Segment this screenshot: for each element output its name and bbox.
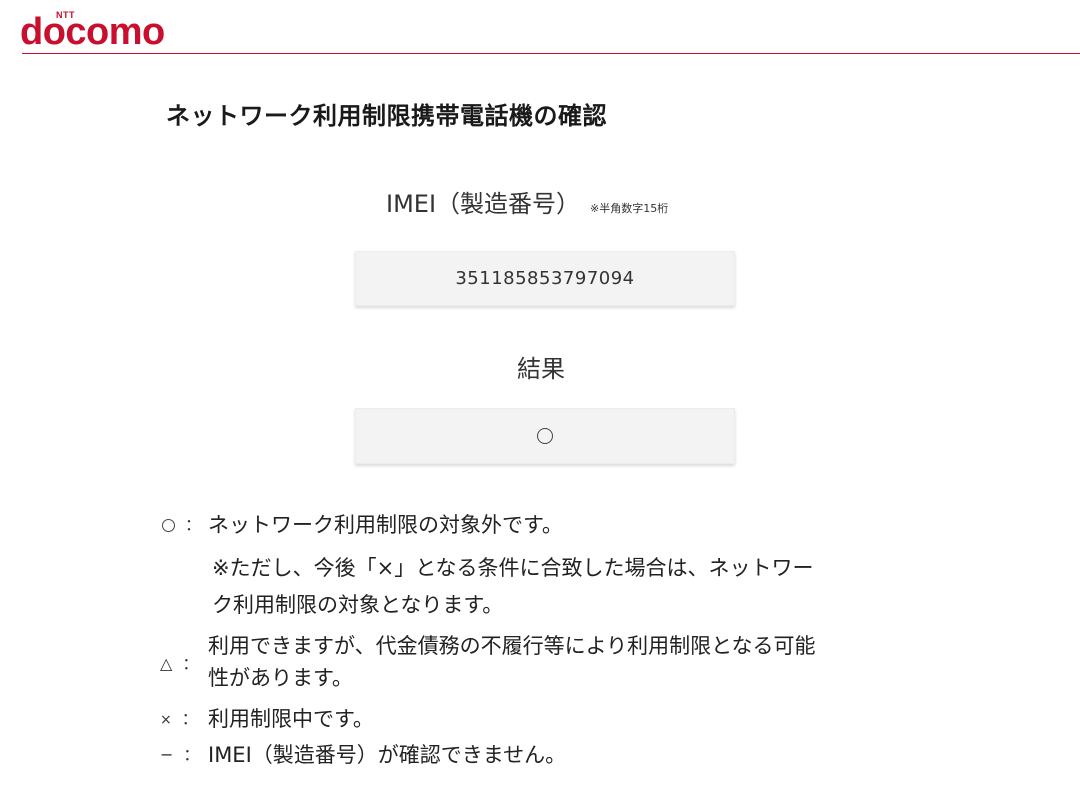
legend-item-circle: ： ネットワーク利用制限の対象外です。 [156, 508, 936, 542]
legend-note-line-1: ※ただし、今後「×」となる条件に合致した場合は、ネットワー [212, 556, 814, 580]
imei-label-row: IMEI（製造番号） ※半角数字15桁 [386, 184, 668, 219]
page: NTT docomo ネットワーク利用制限携帯電話機の確認 IMEI（製造番号）… [0, 0, 1080, 809]
legend-text-circle: ネットワーク利用制限の対象外です。 [208, 513, 563, 537]
legend-note-line-2: ク利用制限の対象となります。 [212, 593, 504, 617]
page-title: ネットワーク利用制限携帯電話機の確認 [166, 102, 607, 130]
legend-colon: ： [183, 745, 200, 764]
legend-text-triangle-line-1: 利用できますが、代金債務の不履行等により利用制限となる可能 [208, 634, 816, 658]
docomo-logo[interactable]: NTT docomo [20, 4, 190, 53]
circle-icon [162, 519, 175, 532]
legend-item-dash: −： IMEI（製造番号）が確認できません。 [156, 738, 936, 772]
legend-symbol-circle: ： [156, 508, 204, 542]
cross-icon: × [160, 712, 172, 728]
result-label: 結果 [517, 355, 565, 383]
legend-colon: ： [181, 709, 198, 728]
legend-symbol-dash: −： [156, 738, 204, 772]
dash-icon: − [160, 745, 174, 764]
header-divider [22, 53, 1080, 54]
triangle-icon: △ [160, 654, 173, 673]
legend-symbol-triangle: △： [156, 648, 204, 680]
legend-item-triangle: △： 利用できますが、代金債務の不履行等により利用制限となる可能 性があります。 [156, 630, 936, 694]
legend-colon: ： [185, 515, 202, 534]
legend-text-dash: IMEI（製造番号）が確認できません。 [208, 743, 567, 767]
legend-text-cross: 利用制限中です。 [208, 707, 374, 731]
imei-field: 351185853797094 [355, 251, 735, 306]
legend: ： ネットワーク利用制限の対象外です。 ※ただし、今後「×」となる条件に合致した… [156, 508, 936, 772]
imei-label: IMEI（製造番号） [386, 190, 581, 218]
result-field [355, 408, 735, 464]
legend-symbol-cross: ×： [156, 702, 204, 737]
imei-value: 351185853797094 [455, 268, 635, 289]
legend-note-circle: ※ただし、今後「×」となる条件に合致した場合は、ネットワー ク利用制限の対象とな… [156, 548, 936, 622]
legend-text-triangle-line-2: 性があります。 [208, 666, 353, 690]
circle-icon [537, 428, 553, 444]
legend-item-cross: ×： 利用制限中です。 [156, 702, 936, 736]
legend-colon: ： [182, 654, 199, 673]
docomo-logo-text: docomo [20, 11, 165, 53]
imei-note: ※半角数字15桁 [590, 201, 669, 215]
